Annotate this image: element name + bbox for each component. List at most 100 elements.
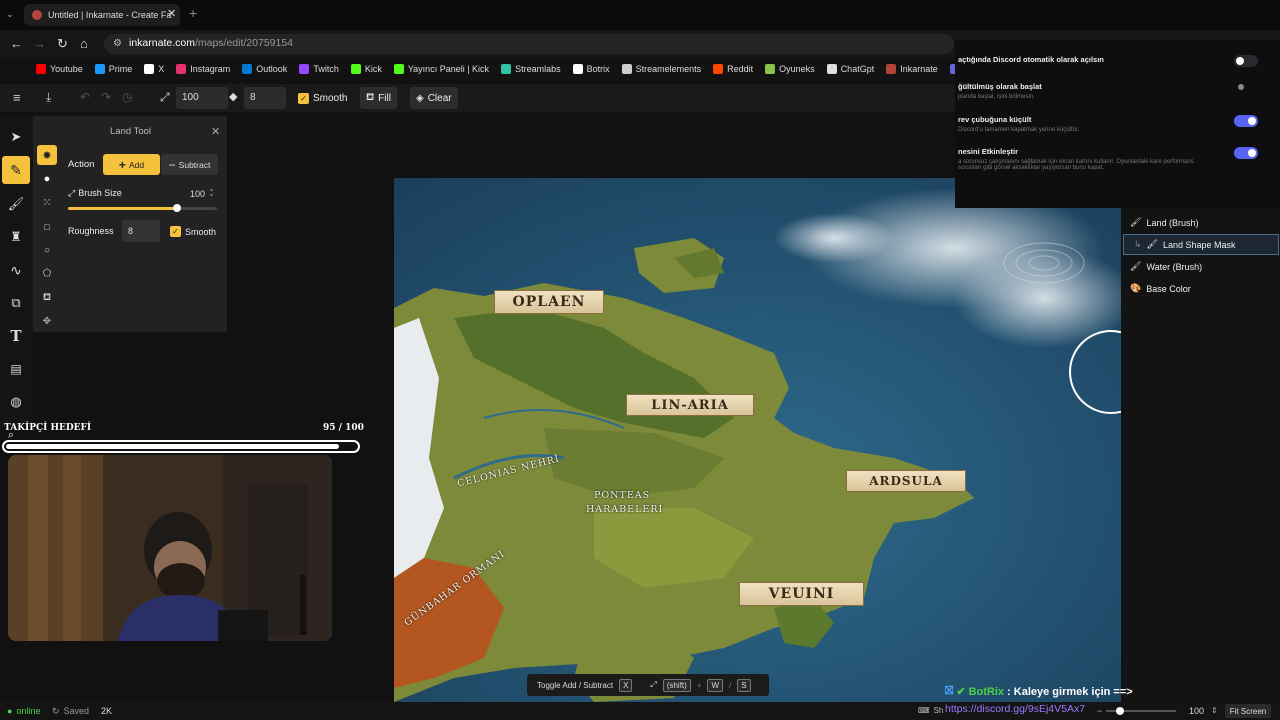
menu-icon[interactable]: ≡: [13, 90, 21, 105]
path-tool-icon[interactable]: ∿: [4, 258, 28, 282]
zoom-slider[interactable]: [1106, 707, 1176, 715]
site-info-icon[interactable]: ⚙: [113, 38, 122, 49]
map-canvas[interactable]: OPLAEN LIN-ARIA ARDSULA VEUINI CELONIAS …: [394, 178, 1121, 702]
bookmark-label: ChatGpt: [840, 64, 875, 74]
move-icon[interactable]: ✥: [37, 311, 57, 331]
new-tab-icon[interactable]: +: [189, 5, 197, 21]
undo-icon[interactable]: ↶: [80, 90, 90, 104]
layer-land-brush[interactable]: 🖌 Land (Brush): [1130, 217, 1198, 228]
zoom-out-icon[interactable]: −: [1097, 706, 1102, 716]
brush-size-slider[interactable]: [68, 204, 217, 212]
bookmark-item[interactable]: Kick: [350, 64, 382, 74]
castle-stamp-icon[interactable]: ♜: [4, 225, 28, 249]
online-dot-icon: ●: [7, 706, 13, 716]
bookmark-item[interactable]: Yayıncı Paneli | Kick: [393, 64, 490, 74]
discord-setting-toggle[interactable]: [1234, 115, 1258, 127]
select-tool-icon[interactable]: ➤: [4, 125, 28, 149]
forward-icon[interactable]: →: [33, 36, 46, 51]
map-label-ardsula[interactable]: ARDSULA: [846, 470, 966, 492]
clear-button[interactable]: ◈ Clear: [410, 87, 458, 109]
map-artwork: [394, 178, 1121, 702]
roughness-field[interactable]: 8: [122, 220, 160, 242]
history-icon[interactable]: ◷: [122, 90, 132, 104]
webcam-feed: [8, 455, 332, 641]
resize-icon: ⤢: [68, 188, 76, 198]
brush-size-input[interactable]: 100: [176, 87, 228, 109]
map-label-harabeleri[interactable]: HARABELERİ: [586, 504, 663, 515]
brush-icon: 🖌: [1130, 261, 1142, 271]
text-tool-icon[interactable]: T: [4, 324, 28, 348]
layer-water-brush[interactable]: 🖌 Water (Brush): [1130, 261, 1202, 272]
reload-icon[interactable]: ↻: [57, 36, 68, 52]
bookmark-item[interactable]: Youtube: [36, 64, 83, 74]
bookmark-item[interactable]: ChatGpt: [826, 64, 875, 74]
layer-land-shape-mask[interactable]: ↳ 🖌 Land Shape Mask: [1134, 239, 1236, 250]
browser-tab[interactable]: Untitled | Inkarnate - Create Fa: [24, 4, 180, 26]
bookmark-item[interactable]: Twitch: [299, 64, 339, 74]
smooth-checkbox-icon: ✓: [298, 92, 309, 104]
panel-close-icon[interactable]: ✕: [211, 125, 220, 138]
fill-button[interactable]: ⛾ Fill: [360, 87, 397, 109]
subtract-button[interactable]: − Subtract: [161, 154, 218, 175]
bookmark-favicon-icon: [886, 64, 897, 74]
discord-setting-toggle[interactable]: [1234, 55, 1258, 67]
bookmark-item[interactable]: Oyuneks: [765, 64, 815, 74]
chat-link[interactable]: https://discord.gg/9sEj4V5Ax7: [945, 703, 1085, 715]
chat-username: BotRix: [968, 685, 1005, 698]
bookmark-item[interactable]: Reddit: [713, 64, 753, 74]
bookmark-item[interactable]: Streamelements: [621, 64, 701, 74]
eraser-icon: ◈: [416, 92, 424, 104]
polygon-shape-icon[interactable]: ⬠: [37, 263, 57, 283]
bookmark-favicon-icon: [765, 64, 776, 74]
layer-base-color[interactable]: 🎨 Base Color: [1130, 283, 1191, 294]
bookmark-favicon-icon: [572, 64, 583, 74]
shortcuts-button[interactable]: ⌨ Sh: [918, 706, 943, 715]
zoom-stepper-icon[interactable]: ⇕: [1211, 706, 1218, 715]
bookmark-item[interactable]: Outlook: [242, 64, 287, 74]
map-label-ponteas[interactable]: PONTEAS: [594, 490, 650, 501]
bookmark-item[interactable]: Botrix: [572, 64, 610, 74]
map-label-oplaen[interactable]: OPLAEN: [494, 290, 604, 314]
discord-setting-toggle[interactable]: [1234, 147, 1258, 159]
home-icon[interactable]: ⌂: [80, 36, 88, 51]
discord-setting-desc: planda başlat, işini bölmesin.: [958, 94, 1035, 100]
notes-tool-icon[interactable]: ▤: [4, 357, 28, 381]
bookmark-label: Yayıncı Paneli | Kick: [407, 64, 490, 74]
redo-icon[interactable]: ↷: [101, 90, 111, 104]
bookmark-label: Twitch: [313, 64, 339, 74]
bookmark-item[interactable]: Prime: [94, 64, 132, 74]
bucket-fill-icon[interactable]: ⛾: [37, 288, 57, 308]
paint-brush-icon[interactable]: 🖌: [4, 192, 28, 216]
bookmark-item[interactable]: X: [144, 64, 164, 74]
bookmark-item[interactable]: Streamlabs: [501, 64, 561, 74]
globe-icon[interactable]: ◍: [4, 390, 28, 414]
circle-shape-icon[interactable]: ○: [37, 240, 57, 260]
bookmark-favicon-icon: [393, 64, 404, 74]
download-icon[interactable]: ⤓: [46, 90, 51, 105]
zoom-slider-knob[interactable]: [1116, 707, 1124, 715]
smooth-option[interactable]: ✓ Smooth: [170, 226, 216, 237]
back-icon[interactable]: ←: [10, 36, 23, 51]
tab-close-icon[interactable]: ✕: [167, 7, 176, 20]
grid-brush-icon[interactable]: ⁙: [37, 192, 57, 212]
circle-brush-icon[interactable]: ●: [37, 169, 57, 189]
bookmark-item[interactable]: Inkarnate: [886, 64, 938, 74]
resolution-label[interactable]: 2K: [101, 706, 112, 716]
square-shape-icon[interactable]: □: [37, 217, 57, 237]
bookmark-label: X: [158, 64, 165, 74]
fit-screen-button[interactable]: Fit Screen: [1225, 704, 1271, 718]
shapes-tool-icon[interactable]: ⧉: [4, 291, 28, 315]
map-label-veuini[interactable]: VEUINI: [739, 582, 864, 606]
roughness-input[interactable]: 8: [244, 87, 286, 109]
brush-size-stepper-icon[interactable]: ▴ ▾: [210, 187, 213, 199]
map-label-linaria[interactable]: LIN-ARIA: [626, 394, 754, 416]
land-tool-icon[interactable]: ✎: [2, 156, 30, 184]
star-brush-icon[interactable]: ✸: [37, 145, 57, 165]
smooth-toggle[interactable]: ✓ Smooth: [292, 87, 353, 109]
tab-list-chevron-icon[interactable]: ⌄: [6, 9, 14, 20]
key-shift: (shift): [662, 678, 691, 692]
add-button[interactable]: + Add: [103, 154, 160, 175]
land-tool-title: Land Tool: [110, 126, 152, 137]
bookmark-label: Streamlabs: [515, 64, 561, 74]
bookmark-item[interactable]: Instagram: [176, 64, 230, 74]
